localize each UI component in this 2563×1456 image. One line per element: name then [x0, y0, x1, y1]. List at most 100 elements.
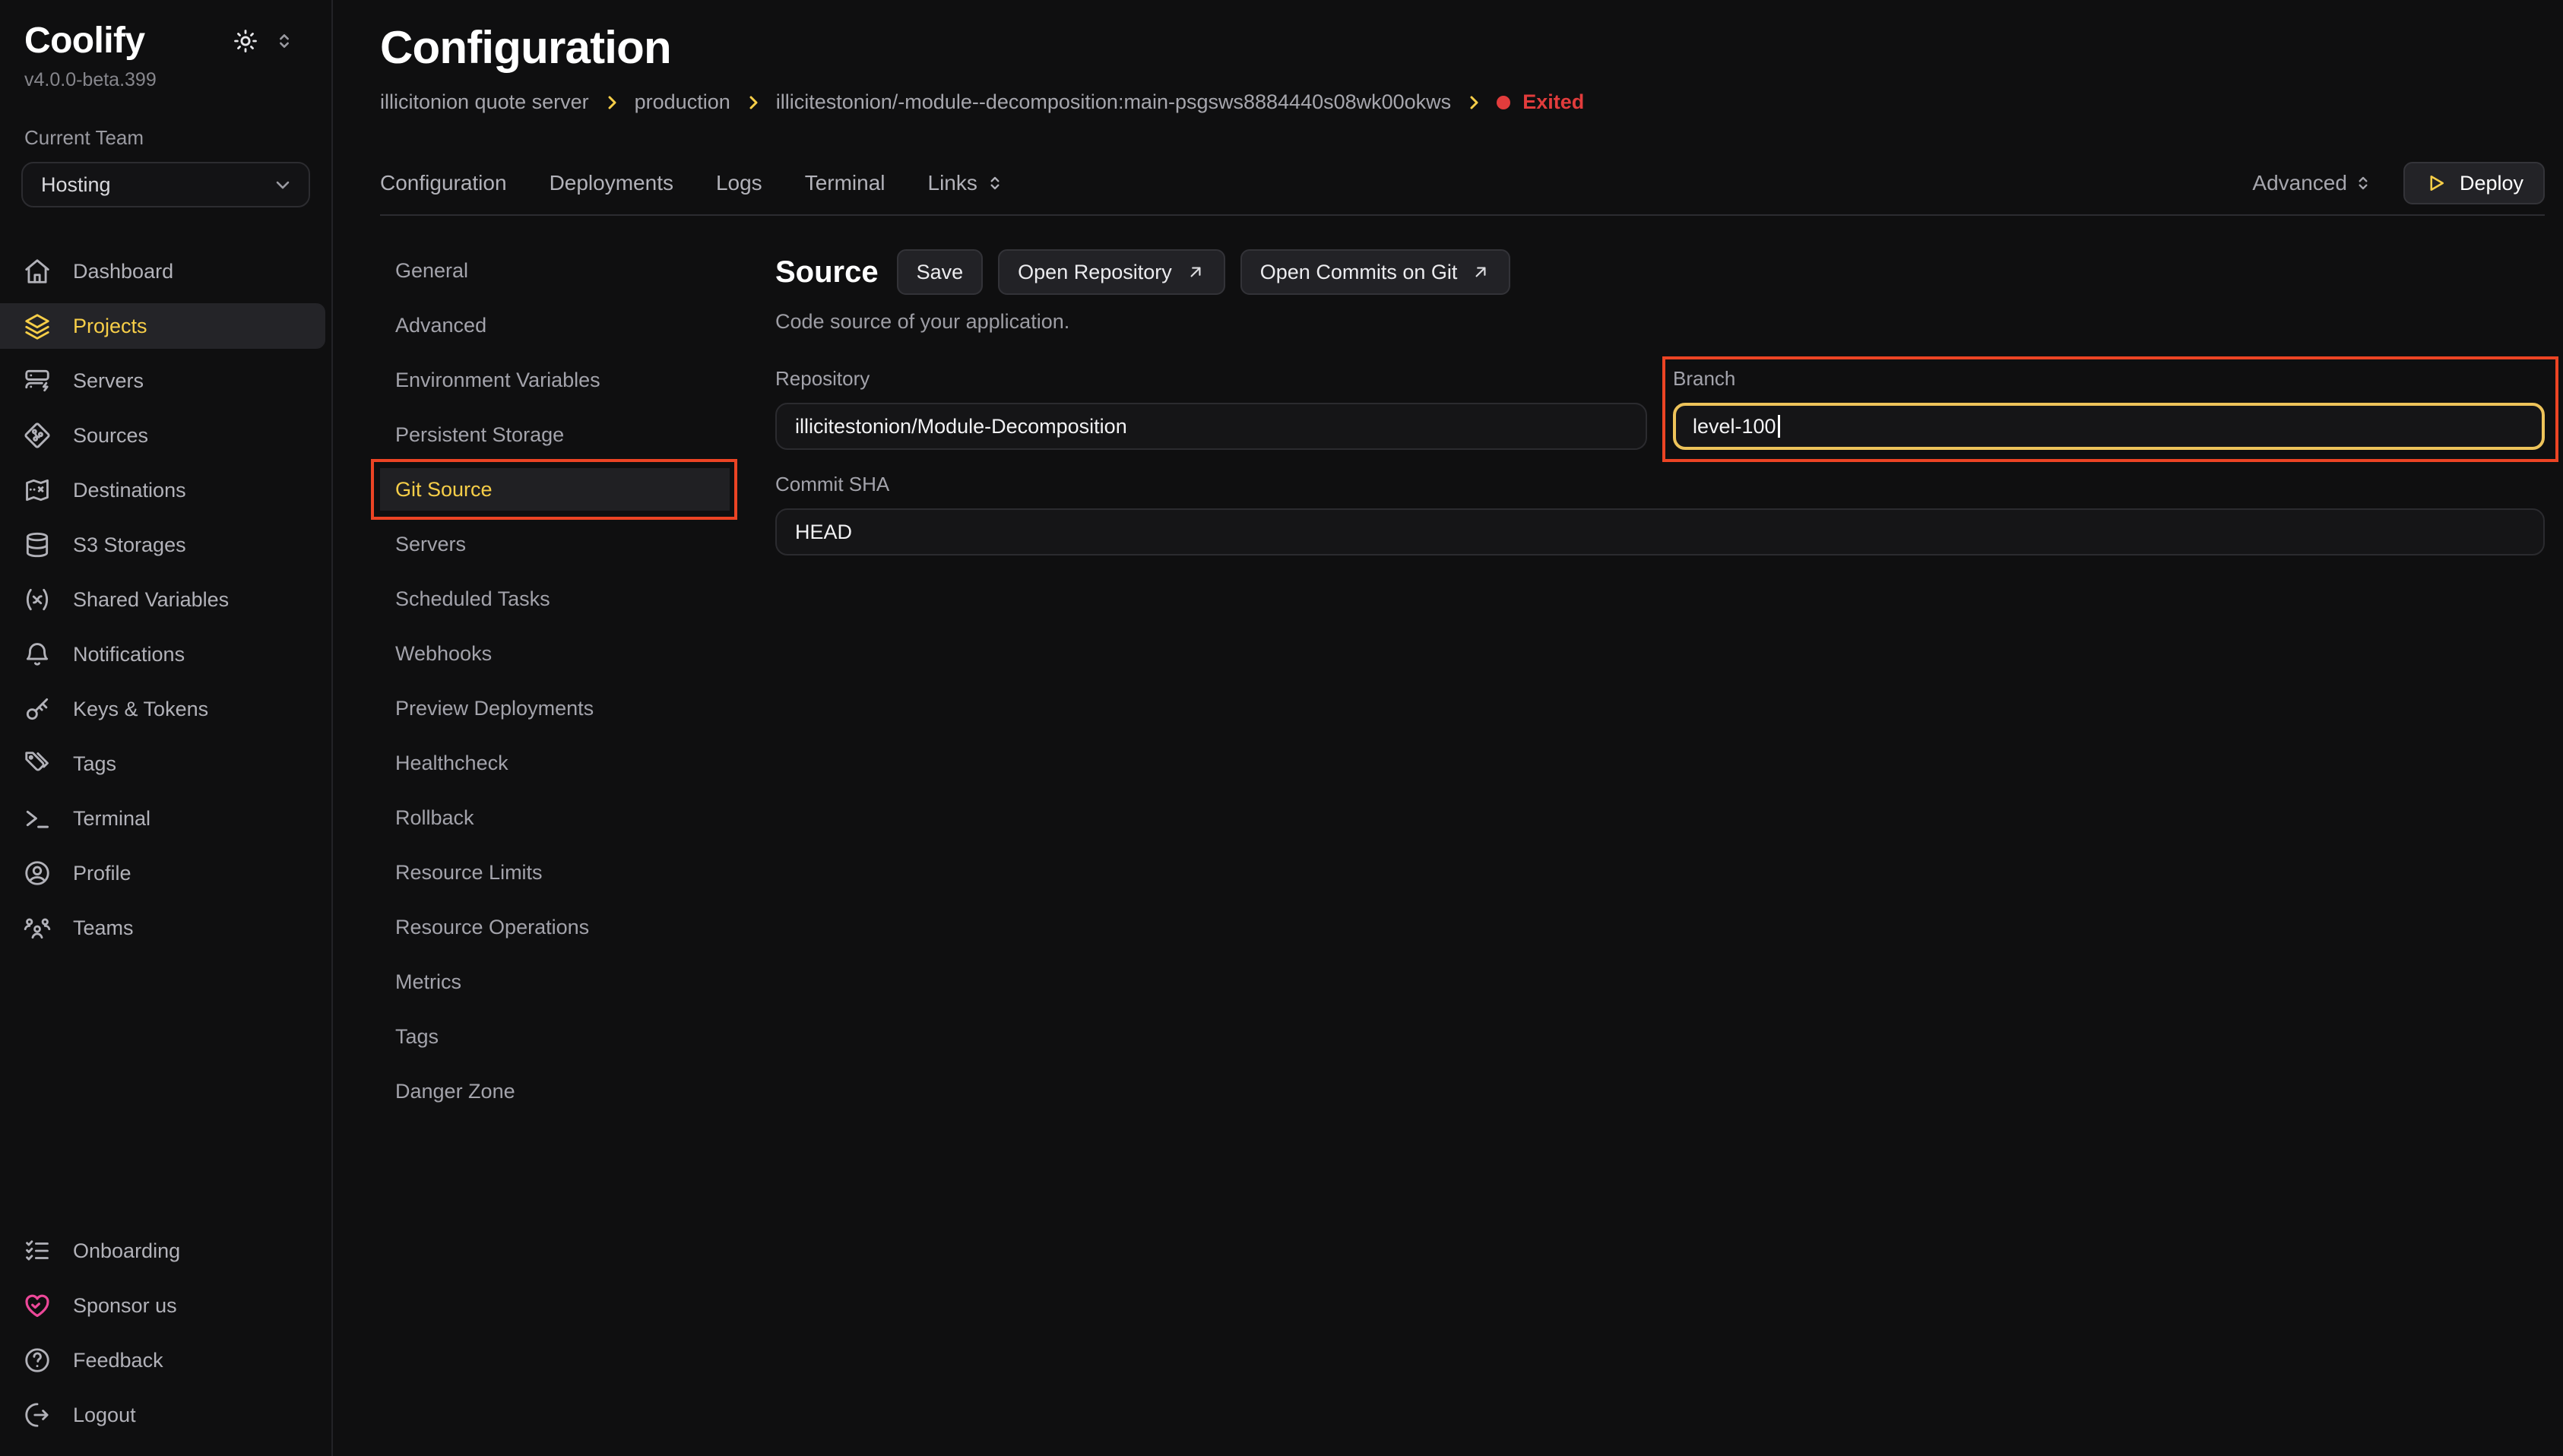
subnav-item-scheduled-tasks[interactable]: Scheduled Tasks — [380, 578, 730, 620]
sidebar-item-servers[interactable]: Servers — [0, 358, 325, 404]
sidebar-item-projects[interactable]: Projects — [0, 303, 325, 349]
sidebar-item-notifications[interactable]: Notifications — [0, 631, 325, 677]
branch-input[interactable]: level-100 — [1673, 403, 2545, 450]
sidebar-item-label: Teams — [73, 916, 134, 940]
tag-icon — [23, 749, 52, 778]
team-select[interactable]: Hosting — [21, 162, 310, 207]
subnav-item-healthcheck[interactable]: Healthcheck — [380, 742, 730, 784]
sidebar-item-sources[interactable]: Sources — [0, 413, 325, 458]
chevrons-up-down-icon — [2353, 173, 2373, 193]
subnav-item-webhooks[interactable]: Webhooks — [380, 632, 730, 675]
chevrons-up-down-icon — [274, 30, 295, 52]
subnav-item-git-source[interactable]: Git Source — [380, 468, 730, 511]
breadcrumb-environment[interactable]: production — [635, 90, 730, 114]
subnav-item-tags[interactable]: Tags — [380, 1015, 730, 1058]
tabs: Configuration Deployments Logs Terminal … — [380, 171, 1005, 195]
sidebar-item-label: Dashboard — [73, 260, 173, 283]
git-source-icon — [23, 421, 52, 450]
subnav-item-resource-operations[interactable]: Resource Operations — [380, 906, 730, 948]
sidebar-header: Coolify — [0, 20, 331, 62]
subnav-item-servers[interactable]: Servers — [380, 523, 730, 565]
sidebar-item-keys-tokens[interactable]: Keys & Tokens — [0, 686, 325, 732]
chevron-right-icon — [744, 93, 762, 112]
open-repository-button[interactable]: Open Repository — [998, 249, 1225, 295]
sidebar-item-sponsor-us[interactable]: Sponsor us — [0, 1283, 325, 1328]
subnav-item-general[interactable]: General — [380, 249, 730, 292]
users-icon — [23, 913, 52, 942]
sidebar-item-s3-storages[interactable]: S3 Storages — [0, 522, 325, 568]
sidebar-item-label: Shared Variables — [73, 588, 229, 612]
sidebar-item-terminal[interactable]: Terminal — [0, 796, 325, 841]
play-icon — [2425, 172, 2447, 195]
user-circle-icon — [23, 859, 52, 888]
commit-sha-input[interactable]: HEAD — [775, 508, 2545, 555]
deploy-button[interactable]: Deploy — [2403, 162, 2545, 204]
tab-configuration[interactable]: Configuration — [380, 171, 507, 195]
sidebar-item-teams[interactable]: Teams — [0, 905, 325, 951]
save-label: Save — [917, 261, 964, 284]
sidebar-item-feedback[interactable]: Feedback — [0, 1337, 325, 1383]
tab-links[interactable]: Links — [928, 171, 1005, 195]
tabs-row: Configuration Deployments Logs Terminal … — [380, 152, 2545, 216]
advanced-menu[interactable]: Advanced — [2252, 171, 2373, 195]
page-title: Configuration — [380, 21, 2545, 74]
repository-input[interactable]: illicitestonion/Module-Decomposition — [775, 403, 1647, 450]
sidebar-item-tags[interactable]: Tags — [0, 741, 325, 787]
subnav-item-persistent-storage[interactable]: Persistent Storage — [380, 413, 730, 456]
app-version: v4.0.0-beta.399 — [0, 69, 331, 91]
sidebar-item-shared-variables[interactable]: Shared Variables — [0, 577, 325, 622]
sidebar-item-profile[interactable]: Profile — [0, 850, 325, 896]
sidebar-item-destinations[interactable]: Destinations — [0, 467, 325, 513]
branch-field: Branch level-100 — [1673, 367, 2545, 450]
sidebar-item-label: Profile — [73, 862, 131, 885]
subnav-item-danger-zone[interactable]: Danger Zone — [380, 1070, 730, 1113]
sidebar-item-dashboard[interactable]: Dashboard — [0, 248, 325, 294]
source-description: Code source of your application. — [775, 310, 2545, 334]
help-circle-icon — [23, 1346, 52, 1375]
tab-logs[interactable]: Logs — [716, 171, 762, 195]
sidebar-item-logout[interactable]: Logout — [0, 1392, 325, 1438]
tab-deployments[interactable]: Deployments — [550, 171, 673, 195]
sidebar-item-label: Notifications — [73, 643, 185, 666]
subnav-item-resource-limits[interactable]: Resource Limits — [380, 851, 730, 894]
sidebar-item-label: Keys & Tokens — [73, 698, 208, 721]
source-heading: Source — [775, 255, 879, 290]
theme-toggle-button[interactable] — [233, 28, 258, 54]
breadcrumb-project[interactable]: illicitonion quote server — [380, 90, 589, 114]
branch-label: Branch — [1673, 367, 2545, 391]
save-button[interactable]: Save — [897, 249, 984, 295]
current-team-label: Current Team — [0, 126, 331, 150]
tab-terminal[interactable]: Terminal — [805, 171, 885, 195]
home-icon — [23, 257, 52, 286]
open-commits-button[interactable]: Open Commits on Git — [1240, 249, 1511, 295]
sidebar-nav: Dashboard Projects Servers Sources Desti… — [0, 248, 331, 951]
app-logo[interactable]: Coolify — [24, 20, 144, 62]
external-link-icon — [1471, 262, 1491, 282]
open-commits-label: Open Commits on Git — [1260, 261, 1458, 284]
sidebar-item-label: Sources — [73, 424, 148, 448]
logout-icon — [23, 1401, 52, 1429]
main-area: Configuration illicitonion quote server … — [333, 0, 2563, 1456]
subnav-item-rollback[interactable]: Rollback — [380, 796, 730, 839]
version-switcher-button[interactable] — [274, 30, 295, 52]
text-cursor — [1778, 415, 1780, 438]
commit-sha-label: Commit SHA — [775, 473, 2545, 496]
chevron-right-icon — [603, 93, 621, 112]
commit-sha-value: HEAD — [795, 521, 852, 544]
sidebar-item-label: Sponsor us — [73, 1294, 177, 1318]
commit-sha-field: Commit SHA HEAD — [775, 473, 2545, 555]
advanced-label: Advanced — [2252, 171, 2347, 195]
sidebar-item-onboarding[interactable]: Onboarding — [0, 1228, 325, 1274]
subnav-item-metrics[interactable]: Metrics — [380, 961, 730, 1003]
source-form: Repository illicitestonion/Module-Decomp… — [775, 367, 2545, 555]
configuration-content: General Advanced Environment Variables P… — [380, 249, 2545, 1456]
sidebar-item-label: Onboarding — [73, 1239, 180, 1263]
status-badge[interactable]: Exited — [1497, 90, 1584, 114]
breadcrumb-application[interactable]: illicitestonion/-module--decomposition:m… — [776, 90, 1451, 114]
subnav-item-preview-deployments[interactable]: Preview Deployments — [380, 687, 730, 730]
subnav-item-environment-variables[interactable]: Environment Variables — [380, 359, 730, 401]
subnav-item-advanced[interactable]: Advanced — [380, 304, 730, 347]
subnav-git-source-wrap: Git Source — [380, 468, 730, 511]
sidebar: Coolify v4.0.0-beta.399 Current Team Hos… — [0, 0, 333, 1456]
variables-icon — [23, 585, 52, 614]
